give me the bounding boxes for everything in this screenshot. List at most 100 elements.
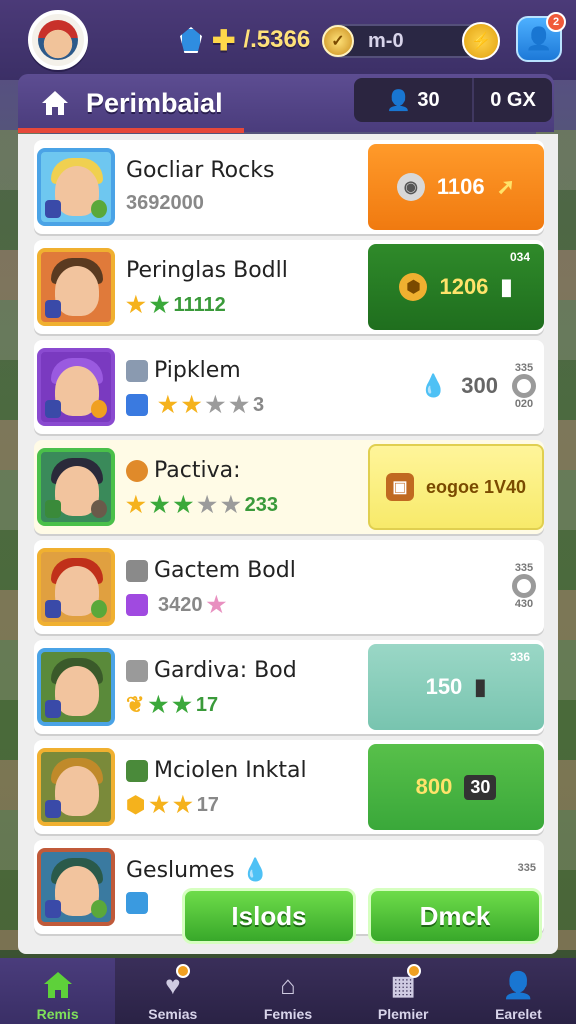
price-value: 1206 [439,274,489,299]
top-bar: ✚ /.5366 ✓ m-0 ⚡ 👤 2 [0,0,576,80]
buy-button[interactable]: 034 ⬢ 1206 ▮ [368,244,544,330]
price-value: 300 [461,373,498,398]
item-rating: ❦ ★ ★ 17 [126,692,218,718]
list-item[interactable]: Gardiva: Bod ❦ ★ ★ 17 336 150 ▮ [34,640,544,734]
anvil-icon: ▮ [500,274,513,299]
mini-label-top: 335 [514,562,534,574]
star-icon: ★ [229,392,249,417]
hero-portrait [37,248,115,326]
hero-portrait [37,848,115,926]
star-icon: ★ [173,492,194,517]
buy-button[interactable]: 800 30 [368,744,544,830]
nav-item-remis[interactable]: Remis [0,958,116,1024]
left-action-button[interactable]: Islods [182,888,356,944]
list-item[interactable]: Peringlas Bodll ★ ★ 11112 034 ⬢ 1206 ▮ [34,240,544,334]
right-action-button[interactable]: Dmck [368,888,542,944]
star-icon: ★ [205,392,226,417]
nav-label: Plemier [377,1006,429,1022]
star-icon: ★ [220,492,241,517]
plus-icon[interactable]: ✚ [212,24,235,57]
hero-portrait [37,448,115,526]
item-name-text: Gardiva: Bod [154,658,297,683]
avatar-portrait [38,20,78,60]
list-item[interactable]: Mciolen Inktal ⬢ ★ ★ 17 800 30 [34,740,544,834]
flame-icon: 💧 [241,858,269,883]
notification-badge: 2 [546,12,566,32]
coin-resource[interactable]: ✓ m-0 ⚡ [322,22,500,60]
bottom-nav: Remis ♥ Semias ⌂ Femies ▦ Plemier 👤 Eare… [0,958,576,1024]
nav-label: Femies [263,1006,313,1022]
action-sublabel: 034 [509,250,530,264]
hero-portrait [37,748,115,826]
rating-value: 17 [195,693,219,716]
cube-icon [126,594,148,616]
coin-icon: ✓ [322,25,354,57]
action-sublabel: 336 [509,650,530,664]
list-item[interactable]: Gactem Bodl 3420 ★ 335 430 [34,540,544,634]
buy-button[interactable]: ▣ eogoe 1V40 [368,444,544,530]
item-name-text: Geslumes [126,858,235,883]
item-name-text: Mciolen Inktal [154,758,307,783]
gem-resource: ✚ /.5366 [180,22,310,58]
energy-badge-icon[interactable]: ⚡ [462,22,500,60]
ring-group: 335 020 [512,362,536,410]
buy-button[interactable]: 336 150 ▮ [368,644,544,730]
item-name-text: Pipklem [154,358,241,383]
notification-dot [406,964,421,978]
rating-value: 3 [252,393,265,416]
mini-label-bottom: 430 [514,598,534,610]
nav-item-semias[interactable]: ♥ Semias [115,958,230,1024]
list-item[interactable]: Pipklem ★ ★ ★ ★ 3 💧 300 335 020 [34,340,544,434]
item-name: Pactiva: [126,458,241,483]
list-item[interactable]: Pactiva: ★ ★ ★ ★ ★ 233 ▣ eogoe 1V40 [34,440,544,534]
item-rating: ★ ★ ★ ★ 3 [126,392,264,418]
gx-stat: 0 GX [490,88,536,111]
item-rating [126,892,154,914]
item-list: Gocliar Rocks 3692000 ◉ 1106 ➚ Peringlas… [18,134,558,954]
nav-item-femies[interactable]: ⌂ Femies [230,958,345,1024]
helmet-icon [126,660,148,682]
leaf-icon: ❦ [126,692,145,717]
nav-item-plemier[interactable]: ▦ Plemier [346,958,461,1024]
player-count-value: 30 [417,88,440,111]
home-icon [40,968,76,1002]
nav-label: Earelet [495,1006,542,1022]
friends-button[interactable]: 👤 2 [516,12,566,62]
nav-item-earelet[interactable]: 👤 Earelet [461,958,576,1024]
price-info[interactable]: 💧 300 335 020 [420,362,536,410]
star-icon: ★ [172,692,192,717]
header-stats: 👤 30 0 GX [354,78,552,122]
price-value: 1106 [436,174,485,199]
page-title: Perimbaial [86,87,223,118]
star-icon: ★ [149,792,169,817]
mini-label-bottom: 020 [514,398,534,410]
header-progress-bar [18,128,244,133]
hero-portrait [37,648,115,726]
star-icon: ★ [149,492,170,517]
player-avatar[interactable] [28,10,88,70]
user-icon: 👤 [502,969,535,1000]
price-info[interactable]: 335 [518,862,536,874]
panel-header: Perimbaial 👤 30 0 GX [18,74,554,132]
buy-button[interactable]: ◉ 1106 ➚ [368,144,544,230]
secondary-value: 30 [464,774,497,800]
nav-label: Semias [148,1006,198,1022]
rating-value: 17 [196,793,219,816]
hero-portrait [37,548,115,626]
ring-group: 335 430 [512,562,536,610]
player-count-stat: 👤 30 [354,78,474,122]
mini-label-top: 335 [514,362,534,374]
person-icon: 👤 [386,89,412,112]
scroll-icon [126,360,148,382]
medal-icon [126,460,148,482]
item-name: Gactem Bodl [126,558,296,583]
hero-portrait [37,148,115,226]
price-info[interactable]: 335 430 [512,562,536,610]
anvil-icon: ▮ [474,674,487,699]
star-icon: ★ [126,492,146,517]
cube-icon [126,892,148,914]
list-item[interactable]: Gocliar Rocks 3692000 ◉ 1106 ➚ [34,140,544,234]
star-icon: ★ [158,392,178,417]
home-icon[interactable] [38,86,72,120]
item-rating: ★ ★ 11112 [126,292,226,318]
